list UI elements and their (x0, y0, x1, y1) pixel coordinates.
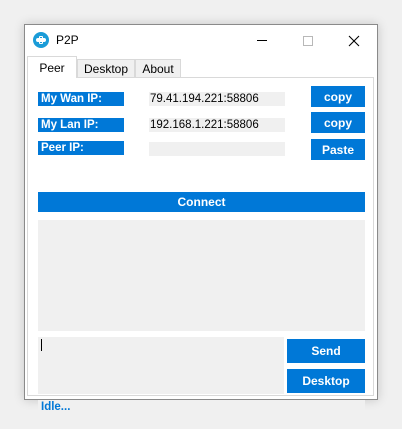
tab-peer[interactable]: Peer (27, 56, 77, 78)
lan-ip-label: My Lan IP: (38, 118, 124, 132)
p2p-app-icon (33, 32, 49, 48)
maximize-icon (303, 35, 313, 46)
connect-button[interactable]: Connect (38, 192, 365, 212)
peer-ip-label: Peer IP: (38, 141, 124, 155)
lan-ip-value: 192.168.1.221:58806 (149, 118, 285, 132)
send-button[interactable]: Send (287, 339, 365, 363)
tab-desktop[interactable]: Desktop (77, 59, 135, 77)
title-bar[interactable]: P2P (25, 25, 377, 56)
peer-ip-input[interactable] (149, 142, 285, 156)
copy-lan-button[interactable]: copy (311, 112, 365, 133)
close-icon (348, 35, 360, 46)
text-caret (41, 339, 42, 351)
minimize-button[interactable] (239, 25, 285, 56)
message-input[interactable] (38, 337, 284, 394)
copy-wan-button[interactable]: copy (311, 86, 365, 107)
tab-bar: Peer Desktop About (25, 56, 377, 78)
paste-button[interactable]: Paste (311, 139, 365, 160)
status-text: Idle... (38, 400, 365, 414)
wan-ip-label: My Wan IP: (38, 92, 124, 106)
peer-panel: My Wan IP: 79.41.194.221:58806 copy My L… (27, 77, 374, 414)
maximize-button[interactable] (285, 25, 331, 56)
p2p-window: P2P Peer Desktop About My Wan IP: 79.41.… (24, 24, 378, 414)
message-log[interactable] (38, 220, 365, 331)
wan-ip-value: 79.41.194.221:58806 (149, 92, 285, 106)
tab-about[interactable]: About (135, 59, 181, 77)
close-button[interactable] (331, 25, 377, 56)
desktop-button[interactable]: Desktop (287, 369, 365, 393)
minimize-icon (257, 40, 267, 41)
window-title: P2P (56, 33, 79, 47)
